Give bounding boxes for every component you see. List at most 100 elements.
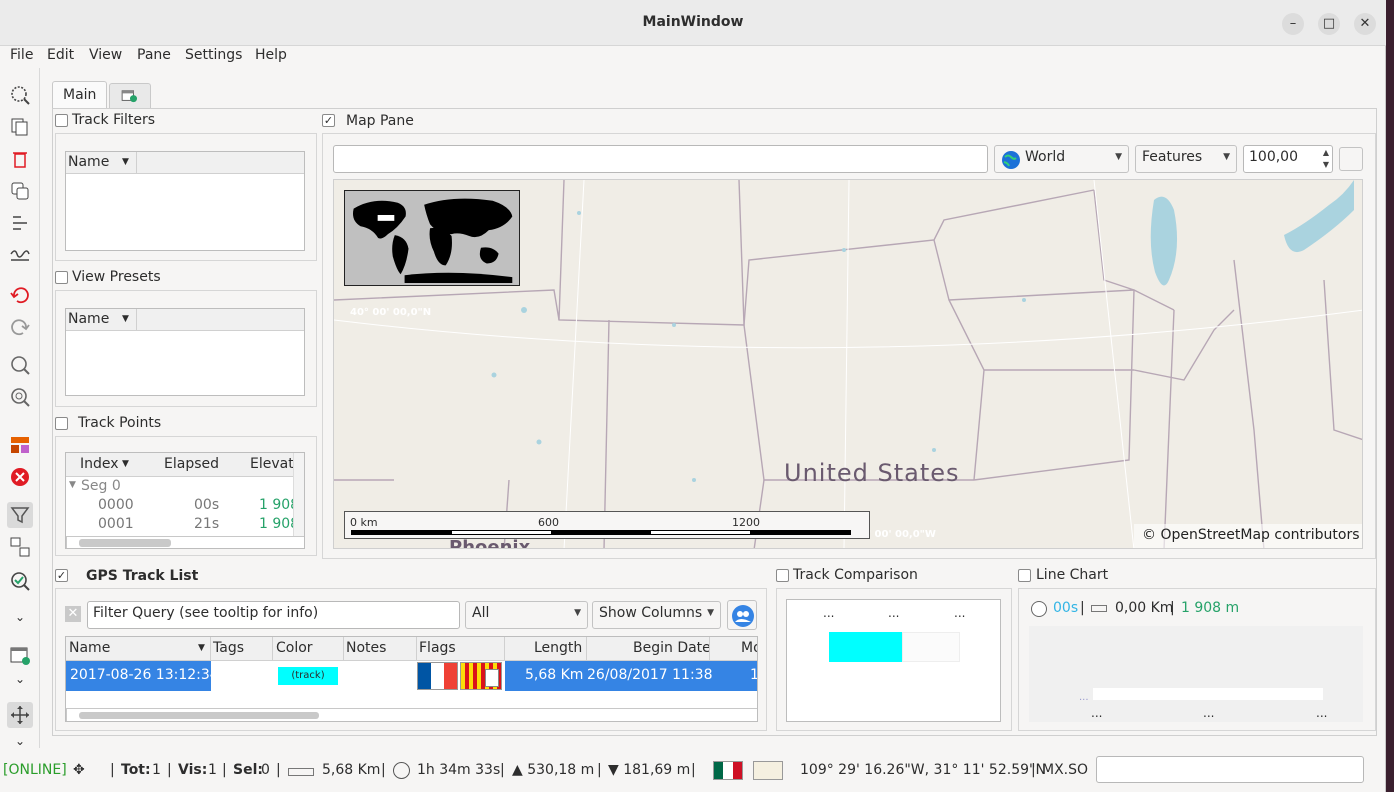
merge-icon[interactable]	[7, 534, 33, 560]
menu-pane[interactable]: Pane	[137, 47, 171, 63]
track-comparison-chart[interactable]: ... ... ...	[786, 599, 1001, 722]
chevron-down-icon[interactable]: ⌄	[7, 666, 33, 692]
track-mo-cell: 1	[750, 667, 757, 683]
add-pane-icon[interactable]	[7, 642, 33, 668]
status-input[interactable]	[1096, 756, 1364, 783]
menu-file[interactable]: File	[10, 47, 33, 63]
minimize-button[interactable]: –	[1282, 13, 1304, 35]
map-scale-bar: 0 km 600 1200	[344, 511, 870, 539]
latitude-label: 40° 00' 00,0"N	[350, 307, 432, 318]
menu-help[interactable]: Help	[255, 47, 287, 63]
zoom-to-fit-icon[interactable]	[7, 352, 33, 378]
users-icon	[732, 605, 754, 627]
simplify-icon[interactable]	[7, 242, 33, 268]
map-options-button[interactable]	[1339, 147, 1363, 171]
column-header-color[interactable]: Color	[276, 640, 313, 656]
status-descent: ▼ 181,69 m	[608, 762, 691, 778]
track-points-table[interactable]: Index ▼ Elapsed Elevat ▼ Seg 0 0000 00s …	[65, 452, 305, 549]
delete-icon[interactable]	[7, 146, 33, 172]
menu-view[interactable]: View	[89, 47, 122, 63]
track-points-header: Index ▼ Elapsed Elevat	[66, 453, 294, 477]
move-icon[interactable]	[7, 702, 33, 728]
map-pane-checkbox[interactable]: ✓	[322, 114, 335, 127]
check-icon[interactable]	[7, 568, 33, 594]
spin-arrows-icon[interactable]: ▲ ▼	[1323, 147, 1329, 171]
select-area-icon[interactable]	[7, 82, 33, 108]
separator: |	[276, 762, 281, 778]
column-header-tags[interactable]: Tags	[213, 640, 244, 656]
line-chart-checkbox[interactable]	[1018, 569, 1031, 582]
chevron-down-icon[interactable]: ⌄	[7, 604, 33, 630]
filter-scope-select[interactable]: All ▼	[465, 601, 588, 629]
track-color-swatch[interactable]: (track)	[278, 667, 338, 685]
view-presets-checkbox[interactable]	[55, 271, 68, 284]
gps-track-list-checkbox[interactable]: ✓	[55, 569, 68, 582]
view-presets-list[interactable]: Name ▼	[65, 308, 305, 396]
column-header-index[interactable]: Index	[80, 456, 119, 472]
comparison-dots: ...	[888, 606, 900, 620]
track-points-checkbox[interactable]	[55, 417, 68, 430]
menu-edit[interactable]: Edit	[47, 47, 74, 63]
column-header-flags[interactable]: Flags	[419, 640, 456, 656]
separator: |	[167, 762, 172, 778]
column-header-name[interactable]: Name	[68, 311, 109, 327]
clock-icon	[393, 762, 410, 779]
pane-layout-icon[interactable]	[7, 432, 33, 458]
world-silhouette	[352, 198, 513, 284]
map-attribution[interactable]: © OpenStreetMap contributors	[1134, 524, 1362, 548]
expand-arrow-icon[interactable]: ▼	[69, 480, 76, 490]
separator: |	[110, 762, 115, 778]
gps-track-table[interactable]: Name ▼ Tags Color Notes Flags Length Beg…	[65, 636, 758, 722]
tab-add[interactable]	[109, 83, 151, 108]
show-columns-select[interactable]: Show Columns ▼	[592, 601, 721, 629]
tab-main[interactable]: Main	[52, 81, 108, 109]
table-row[interactable]: 2017-08-26 13:12:34 (track) 5,68 Km 26/0…	[66, 661, 757, 691]
track-comparison-checkbox[interactable]	[776, 569, 789, 582]
chevron-down-icon[interactable]: ⌄	[7, 728, 33, 754]
track-filters-checkbox[interactable]	[55, 114, 68, 127]
clear-filter-icon[interactable]	[7, 464, 33, 490]
map-search-input[interactable]	[333, 145, 988, 173]
track-points-vscroll[interactable]	[293, 453, 304, 536]
world-overview-minimap[interactable]	[344, 190, 520, 286]
maximize-button[interactable]: □	[1318, 13, 1340, 35]
track-filters-label: Track Filters	[72, 112, 156, 128]
column-header-begin-date[interactable]: Begin Date	[633, 640, 711, 656]
redo-icon[interactable]	[7, 314, 33, 340]
gps-track-hscroll[interactable]	[66, 708, 757, 721]
zoom-selection-icon[interactable]	[7, 384, 33, 410]
column-header-notes[interactable]: Notes	[346, 640, 386, 656]
map-zoom-spinbox[interactable]: 100,00 ▲ ▼	[1243, 145, 1333, 173]
separator: |	[1080, 600, 1085, 616]
map-features-select[interactable]: Features ▼	[1135, 145, 1237, 173]
column-header-elevation[interactable]: Elevat	[250, 456, 294, 472]
status-ascent: ▲ 530,18 m	[512, 762, 595, 778]
sort-arrow-icon: ▼	[122, 157, 129, 167]
close-button[interactable]: ✕	[1354, 13, 1376, 35]
copy-icon[interactable]	[7, 114, 33, 140]
sort-arrow-icon: ▼	[198, 643, 205, 653]
track-points-hscroll[interactable]	[66, 536, 304, 548]
column-header-name[interactable]: Name	[68, 154, 109, 170]
split-icon[interactable]	[7, 210, 33, 236]
column-header-elapsed[interactable]: Elapsed	[164, 456, 219, 472]
crosshair-icon[interactable]: ✥	[73, 762, 85, 778]
map-theme-select[interactable]: World ▼	[994, 145, 1129, 173]
filter-icon[interactable]	[7, 502, 33, 528]
user-filter-button[interactable]	[727, 600, 757, 630]
gps-track-header: Name ▼ Tags Color Notes Flags Length Beg…	[66, 637, 757, 661]
separator: |	[691, 762, 696, 778]
ruler-icon	[1091, 605, 1107, 612]
track-filters-list[interactable]: Name ▼	[65, 151, 305, 251]
undo-icon[interactable]	[7, 282, 33, 308]
duplicate-icon[interactable]	[7, 178, 33, 204]
menu-settings[interactable]: Settings	[185, 47, 242, 63]
status-region: MX.SO	[1042, 762, 1089, 778]
column-header-length[interactable]: Length	[534, 640, 582, 656]
clear-filter-icon[interactable]: ✕	[65, 606, 81, 622]
column-header-mo[interactable]: Mo	[741, 640, 757, 656]
column-header-name[interactable]: Name	[69, 640, 110, 656]
map-canvas[interactable]: 40° 00' 00,0"N United States Phoenix ' 0…	[333, 179, 1363, 549]
filter-query-input[interactable]: Filter Query (see tooltip for info)	[87, 601, 460, 629]
line-chart-area[interactable]: ... ... ... ...	[1029, 626, 1363, 722]
